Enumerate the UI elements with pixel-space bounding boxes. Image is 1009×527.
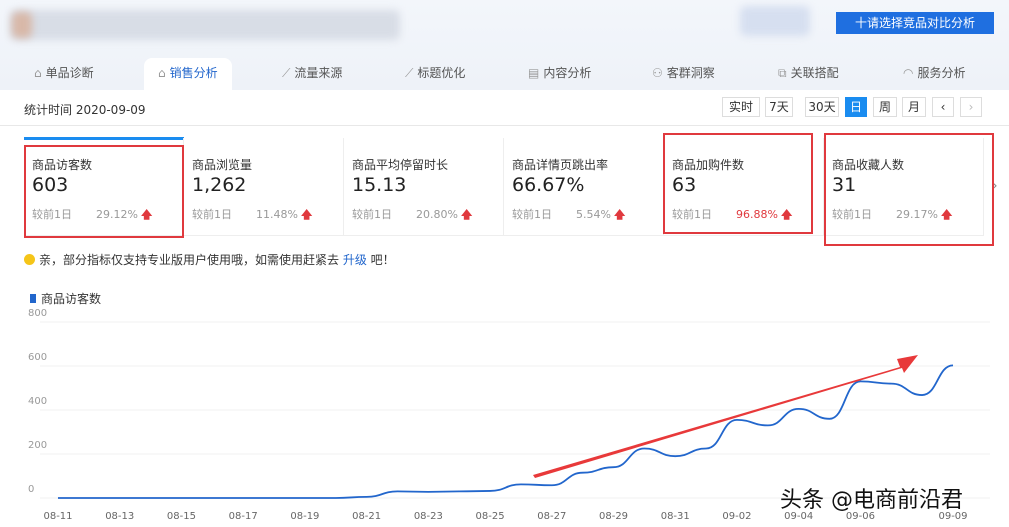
period-realtime[interactable]: 实时: [722, 97, 760, 117]
metric-change-value: 11.48%: [256, 208, 298, 221]
tab-label: 销售分析: [169, 66, 218, 80]
notice-text: 亲，部分指标仅支持专业版用户使用哦，如需使用赶紧去: [39, 253, 343, 267]
line-chart-icon: ⟋: [405, 66, 414, 80]
next-date-button[interactable]: ›: [960, 97, 982, 117]
metric-card[interactable]: 商品详情页跳出率 66.67% 较前1日 5.54% 🡅: [504, 138, 664, 236]
upgrade-link[interactable]: 升级: [343, 253, 367, 267]
watermark: 头条 @电商前沿君: [780, 488, 963, 513]
metric-change-value: 5.54%: [576, 208, 611, 221]
arrow-up-icon: 🡅: [460, 208, 473, 221]
notice-suffix: 吧！: [366, 253, 395, 267]
metric-label: 商品浏览量: [192, 158, 253, 172]
upgrade-notice: 亲，部分指标仅支持专业版用户使用哦，如需使用赶紧去 升级 吧！: [24, 251, 395, 268]
chart-title: 商品访客数: [41, 292, 102, 306]
metric-compare-label: 较前1日: [192, 208, 232, 221]
headset-icon: ◠: [903, 66, 914, 80]
document-icon: ▤: [528, 66, 540, 80]
legend-swatch: [30, 294, 36, 303]
info-icon: [24, 254, 35, 265]
x-tick-label: 08-17: [229, 511, 258, 522]
metric-label: 商品平均停留时长: [352, 158, 449, 172]
bag-icon: ⌂: [158, 66, 166, 80]
metric-change: 5.54% 🡅: [576, 206, 625, 225]
tab-1[interactable]: ⌂ 销售分析: [144, 58, 232, 90]
period-7d[interactable]: 7天: [765, 97, 793, 117]
blurred-avatar: [740, 6, 810, 36]
x-tick-label: 08-31: [661, 511, 690, 522]
x-tick-label: 08-29: [599, 511, 628, 522]
tab-label: 单品诊断: [45, 66, 94, 80]
x-tick-label: 08-27: [537, 511, 566, 522]
y-tick-label: 0: [28, 484, 34, 495]
tab-3[interactable]: ⟋ 标题优化: [405, 58, 465, 90]
metric-label: 商品详情页跳出率: [512, 158, 609, 172]
metric-card[interactable]: 商品平均停留时长 15.13 较前1日 20.80% 🡅: [344, 138, 504, 236]
product-thumbnail: [12, 12, 32, 38]
x-tick-label: 08-11: [43, 511, 72, 522]
date-row: 统计时间 2020-09-09 实时 7天 30天 日 周 月 ‹ ›: [0, 90, 1009, 126]
metric-value: 1,262: [192, 174, 247, 196]
y-tick-label: 800: [28, 308, 47, 319]
period-30d[interactable]: 30天: [805, 97, 839, 117]
highlight-box: [663, 133, 813, 234]
x-tick-label: 08-13: [105, 511, 134, 522]
x-tick-label: 08-21: [352, 511, 381, 522]
period-day[interactable]: 日: [845, 97, 867, 117]
period-month[interactable]: 月: [902, 97, 926, 117]
metric-compare-label: 较前1日: [512, 208, 552, 221]
tab-6[interactable]: ⧉ 关联搭配: [778, 58, 839, 90]
tab-label: 流量来源: [294, 66, 343, 80]
x-tick-label: 09-02: [722, 511, 751, 522]
tab-bar: ⌂ 单品诊断 ⌂ 销售分析 ⟋ 流量来源 ⟋ 标题优化 ▤ 内容分析 ⚇ 客群洞察 ⧉ 关联搭配 ◠ 服务分析: [0, 58, 1009, 90]
highlight-box: [24, 145, 184, 238]
period-week[interactable]: 周: [873, 97, 897, 117]
arrow-up-icon: 🡅: [300, 208, 313, 221]
x-tick-label: 08-25: [476, 511, 505, 522]
y-tick-label: 200: [28, 440, 47, 451]
tab-5[interactable]: ⚇ 客群洞察: [652, 58, 715, 90]
tab-7[interactable]: ◠ 服务分析: [903, 58, 966, 90]
trend-arrow-annotation: [533, 355, 918, 478]
tab-label: 标题优化: [417, 66, 466, 80]
blurred-product-name: [10, 10, 400, 40]
tab-label: 内容分析: [543, 66, 592, 80]
highlight-box: [824, 133, 994, 246]
bag-icon: ⌂: [34, 66, 42, 80]
tab-label: 关联搭配: [790, 66, 839, 80]
series-line: [58, 364, 954, 499]
x-tick-label: 08-15: [167, 511, 196, 522]
stat-time: 统计时间 2020-09-09: [24, 103, 146, 117]
x-tick-label: 08-19: [290, 511, 319, 522]
metric-change: 20.80% 🡅: [416, 206, 472, 225]
metric-value: 15.13: [352, 174, 407, 196]
metric-card[interactable]: 商品浏览量 1,262 较前1日 11.48% 🡅: [184, 138, 344, 236]
compare-competitor-button[interactable]: 十请选择竞品对比分析: [836, 12, 994, 34]
metric-compare-label: 较前1日: [352, 208, 392, 221]
metric-change: 11.48% 🡅: [256, 206, 312, 225]
link-icon: ⧉: [778, 66, 787, 80]
line-chart-icon: ⟋: [282, 66, 291, 80]
tab-2[interactable]: ⟋ 流量来源: [282, 58, 342, 90]
tab-4[interactable]: ▤ 内容分析: [528, 58, 591, 90]
tab-0[interactable]: ⌂ 单品诊断: [34, 58, 94, 90]
y-tick-label: 400: [28, 396, 47, 407]
y-tick-label: 600: [28, 352, 47, 363]
users-icon: ⚇: [652, 66, 663, 80]
x-tick-label: 08-23: [414, 511, 443, 522]
tab-label: 客群洞察: [666, 66, 715, 80]
arrow-up-icon: 🡅: [613, 208, 626, 221]
metric-value: 66.67%: [512, 174, 585, 196]
tab-label: 服务分析: [917, 66, 966, 80]
metric-change-value: 20.80%: [416, 208, 458, 221]
prev-date-button[interactable]: ‹: [932, 97, 954, 117]
